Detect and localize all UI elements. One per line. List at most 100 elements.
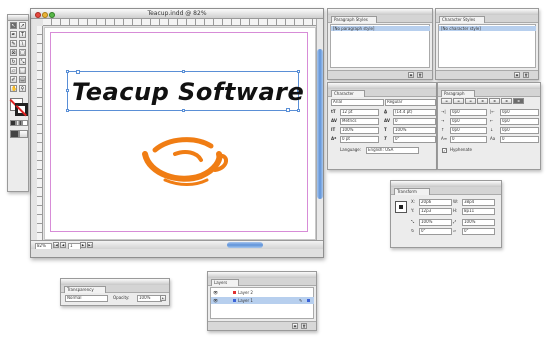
trash-icon[interactable]: 🗑	[301, 323, 307, 329]
kerning-field[interactable]: Metrics	[340, 118, 379, 125]
tab-paragraph[interactable]: Paragraph	[441, 90, 475, 97]
skew-field[interactable]: 0°	[393, 136, 436, 143]
fill-stroke-swatch-icon[interactable]	[9, 98, 28, 117]
new-layer-icon[interactable]: ▣	[292, 323, 298, 329]
vertical-scale-field[interactable]: 100%	[340, 127, 379, 134]
left-indent-field[interactable]: 0p0	[450, 109, 487, 116]
scale-y-field[interactable]: 100%	[462, 219, 495, 226]
opacity-field[interactable]: 100%	[137, 295, 162, 302]
frame-handle[interactable]	[182, 70, 185, 73]
pencil-tool-icon[interactable]: ✎	[10, 40, 17, 47]
frame-handle[interactable]	[66, 89, 69, 92]
selected-object-indicator[interactable]	[307, 299, 310, 302]
frame-handle[interactable]	[66, 109, 69, 112]
h-field[interactable]: 8p11	[462, 208, 495, 215]
horizontal-scroll-thumb[interactable]	[227, 242, 263, 248]
last-line-indent-field[interactable]: 0p0	[500, 118, 539, 125]
justify-center-icon[interactable]: ≣	[489, 98, 500, 104]
gradient-tool-icon[interactable]: ▤	[19, 76, 26, 83]
normal-view-icon[interactable]	[10, 130, 19, 138]
font-size-field[interactable]: 12 pt	[340, 109, 379, 116]
vertical-ruler[interactable]	[37, 26, 43, 240]
rectangle-frame-tool-icon[interactable]: ⊠	[10, 49, 17, 56]
shear-field[interactable]: 0°	[462, 228, 495, 235]
align-left-icon[interactable]: ≡	[441, 98, 452, 104]
pen-tool-icon[interactable]: ✒	[10, 31, 17, 38]
apply-none-icon[interactable]	[22, 120, 28, 126]
last-page-icon[interactable]: ▶|	[87, 242, 93, 248]
tab-layers[interactable]: Layers	[211, 279, 239, 286]
eyedropper-tool-icon[interactable]: ✐	[10, 76, 17, 83]
frame-out-port[interactable]	[286, 108, 290, 112]
vertical-scrollbar[interactable]	[316, 19, 323, 240]
first-page-icon[interactable]: |◀	[53, 242, 59, 248]
shear-tool-icon[interactable]: ▱	[10, 67, 17, 74]
frame-in-port[interactable]	[76, 70, 80, 74]
frame-handle[interactable]	[297, 109, 300, 112]
trash-icon[interactable]: 🗑	[523, 72, 529, 78]
rotate-tool-icon[interactable]: ↻	[10, 58, 17, 65]
list-item[interactable]: [No character style]	[439, 26, 536, 31]
frame-handle[interactable]	[182, 109, 185, 112]
vertical-scroll-thumb[interactable]	[317, 49, 323, 199]
hyphenate-checkbox[interactable]: ✓	[442, 148, 447, 153]
canvas-headline[interactable]: Teacup Software	[72, 77, 304, 107]
x-field[interactable]: 20p6	[419, 199, 452, 206]
selection-tool-icon[interactable]: ↖	[10, 22, 17, 29]
new-style-icon[interactable]: ▣	[514, 72, 520, 78]
frame-handle[interactable]	[66, 70, 69, 73]
rotate-field[interactable]: 0°	[419, 228, 452, 235]
horizontal-scale-field[interactable]: 100%	[393, 127, 436, 134]
document-title-bar[interactable]: Teacup.indd @ 82%	[31, 9, 323, 19]
new-style-icon[interactable]: ▣	[408, 72, 414, 78]
hand-tool-icon[interactable]: ✋	[10, 85, 17, 92]
space-after-field[interactable]: 0p0	[500, 127, 539, 134]
font-family-select[interactable]: Arial	[331, 99, 384, 106]
justify-left-icon[interactable]: ≣	[477, 98, 488, 104]
reference-point-icon[interactable]	[395, 201, 407, 213]
page-canvas[interactable]: Teacup Software	[44, 27, 316, 240]
tab-transform[interactable]: Transform	[394, 188, 430, 195]
next-page-icon[interactable]: ▶	[80, 242, 86, 248]
type-tool-icon[interactable]: T	[19, 31, 26, 38]
language-select[interactable]: English: USA	[366, 147, 419, 154]
list-item[interactable]: 👁 Layer 2	[211, 289, 314, 296]
tab-paragraph-styles[interactable]: Paragraph Styles	[331, 16, 377, 23]
y-field[interactable]: 12p3	[419, 208, 452, 215]
eye-icon[interactable]: 👁	[213, 298, 218, 303]
align-right-icon[interactable]: ≡	[465, 98, 476, 104]
tab-transparency[interactable]: Transparency	[64, 286, 106, 293]
justify-right-icon[interactable]: ≣	[501, 98, 512, 104]
preview-view-icon[interactable]	[19, 130, 28, 138]
direct-selection-tool-icon[interactable]: ↗	[19, 22, 26, 29]
list-item[interactable]: [No paragraph style]	[331, 26, 430, 31]
tracking-field[interactable]: 0	[393, 118, 436, 125]
space-before-field[interactable]: 0p0	[450, 127, 487, 134]
line-tool-icon[interactable]: \	[19, 40, 26, 47]
justify-all-icon[interactable]: ≣	[513, 98, 524, 104]
right-indent-field[interactable]: 0p0	[500, 109, 539, 116]
eye-icon[interactable]: 👁	[213, 290, 218, 295]
tab-character-styles[interactable]: Character Styles	[439, 16, 485, 23]
toolbox-title-bar[interactable]	[8, 15, 28, 21]
font-style-select[interactable]: Regular	[385, 99, 436, 106]
zoom-tool-icon[interactable]: ⚲	[19, 85, 26, 92]
drop-cap-chars-field[interactable]: 0	[500, 136, 539, 143]
align-center-icon[interactable]: ≡	[453, 98, 464, 104]
baseline-shift-field[interactable]: 0 pt	[340, 136, 379, 143]
first-line-indent-field[interactable]: 0p0	[450, 118, 487, 125]
trash-icon[interactable]: 🗑	[417, 72, 423, 78]
prev-page-icon[interactable]: ◀	[60, 242, 66, 248]
blend-mode-select[interactable]: Normal	[65, 295, 108, 302]
scale-tool-icon[interactable]: ⤡	[19, 58, 26, 65]
horizontal-ruler[interactable]	[43, 19, 316, 26]
free-transform-tool-icon[interactable]: ⬚	[19, 67, 26, 74]
drop-cap-lines-field[interactable]: 0	[450, 136, 487, 143]
tab-character[interactable]: Character	[331, 90, 365, 97]
teacup-logo-icon[interactable]	[135, 130, 231, 186]
w-field[interactable]: 38p4	[462, 199, 495, 206]
opacity-arrow-icon[interactable]: ▸	[160, 295, 166, 301]
text-frame[interactable]: Teacup Software	[66, 70, 304, 112]
frame-handle[interactable]	[297, 70, 300, 73]
rectangle-tool-icon[interactable]: □	[19, 49, 26, 56]
